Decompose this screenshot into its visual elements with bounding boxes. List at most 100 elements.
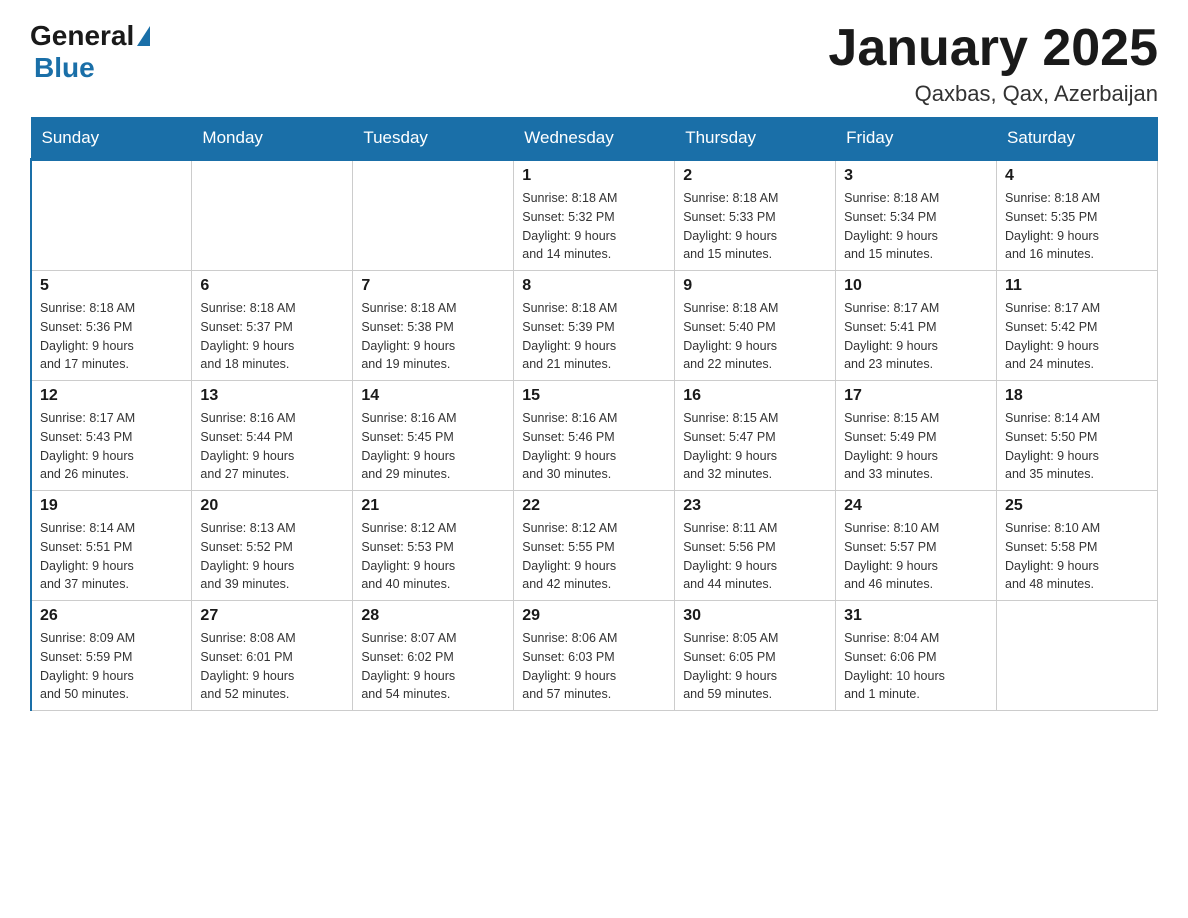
calendar-cell: 3Sunrise: 8:18 AM Sunset: 5:34 PM Daylig…	[836, 160, 997, 271]
calendar-cell: 6 Sunrise: 8:18 AM Sunset: 5:37 PM Daylig…	[192, 271, 353, 381]
calendar-cell: 19 Sunrise: 8:14 AM Sunset: 5:51 PM Dayli…	[31, 491, 192, 601]
calendar-table: SundayMondayTuesdayWednesdayThursdayFrid…	[30, 117, 1158, 711]
day-info: Sunrise: 8:12 AM Sunset: 5:55 PM Dayligh…	[522, 519, 666, 594]
day-info: Sunrise: 8:13 AM Sunset: 5:52 PM Dayligh…	[200, 519, 344, 594]
day-info: Sunrise: 8:04 AM Sunset: 6:06 PM Dayligh…	[844, 629, 988, 704]
day-number: 5	[40, 277, 183, 295]
calendar-cell: 11Sunrise: 8:17 AM Sunset: 5:42 PM Dayli…	[997, 271, 1158, 381]
calendar-cell: 4 Sunrise: 8:18 AM Sunset: 5:35 PM Daylig…	[997, 160, 1158, 271]
day-info: Sunrise: 8:06 AM Sunset: 6:03 PM Dayligh…	[522, 629, 666, 704]
day-number: 18	[1005, 387, 1149, 405]
calendar-cell: 16Sunrise: 8:15 AM Sunset: 5:47 PM Dayli…	[675, 381, 836, 491]
logo-general-text: General	[30, 20, 134, 52]
day-number: 21	[361, 497, 505, 515]
calendar-cell	[997, 601, 1158, 711]
calendar-week-row: 5 Sunrise: 8:18 AM Sunset: 5:36 PM Daylig…	[31, 271, 1158, 381]
weekday-header-sunday: Sunday	[31, 118, 192, 160]
day-number: 15	[522, 387, 666, 405]
calendar-week-row: 26 Sunrise: 8:09 AM Sunset: 5:59 PM Dayli…	[31, 601, 1158, 711]
day-info: Sunrise: 8:18 AM Sunset: 5:34 PM Dayligh…	[844, 189, 988, 264]
day-info: Sunrise: 8:09 AM Sunset: 5:59 PM Dayligh…	[40, 629, 183, 704]
day-info: Sunrise: 8:18 AM Sunset: 5:40 PM Dayligh…	[683, 299, 827, 374]
day-number: 8	[522, 277, 666, 295]
day-info: Sunrise: 8:07 AM Sunset: 6:02 PM Dayligh…	[361, 629, 505, 704]
calendar-cell: 5 Sunrise: 8:18 AM Sunset: 5:36 PM Daylig…	[31, 271, 192, 381]
day-info: Sunrise: 8:18 AM Sunset: 5:35 PM Dayligh…	[1005, 189, 1149, 264]
calendar-cell: 9 Sunrise: 8:18 AM Sunset: 5:40 PM Daylig…	[675, 271, 836, 381]
weekday-header-friday: Friday	[836, 118, 997, 160]
day-info: Sunrise: 8:18 AM Sunset: 5:36 PM Dayligh…	[40, 299, 183, 374]
logo: General Blue	[30, 20, 150, 84]
day-number: 29	[522, 607, 666, 625]
calendar-cell: 25 Sunrise: 8:10 AM Sunset: 5:58 PM Dayli…	[997, 491, 1158, 601]
day-number: 28	[361, 607, 505, 625]
day-info: Sunrise: 8:14 AM Sunset: 5:51 PM Dayligh…	[40, 519, 183, 594]
day-number: 6	[200, 277, 344, 295]
day-number: 14	[361, 387, 505, 405]
day-info: Sunrise: 8:10 AM Sunset: 5:58 PM Dayligh…	[1005, 519, 1149, 594]
calendar-subtitle: Qaxbas, Qax, Azerbaijan	[828, 81, 1158, 107]
calendar-cell: 21Sunrise: 8:12 AM Sunset: 5:53 PM Dayli…	[353, 491, 514, 601]
day-number: 23	[683, 497, 827, 515]
calendar-week-row: 1 Sunrise: 8:18 AM Sunset: 5:32 PM Daylig…	[31, 160, 1158, 271]
day-info: Sunrise: 8:18 AM Sunset: 5:37 PM Dayligh…	[200, 299, 344, 374]
day-number: 9	[683, 277, 827, 295]
day-info: Sunrise: 8:18 AM Sunset: 5:38 PM Dayligh…	[361, 299, 505, 374]
calendar-cell: 15Sunrise: 8:16 AM Sunset: 5:46 PM Dayli…	[514, 381, 675, 491]
day-number: 19	[40, 497, 183, 515]
day-info: Sunrise: 8:08 AM Sunset: 6:01 PM Dayligh…	[200, 629, 344, 704]
day-info: Sunrise: 8:14 AM Sunset: 5:50 PM Dayligh…	[1005, 409, 1149, 484]
day-info: Sunrise: 8:16 AM Sunset: 5:44 PM Dayligh…	[200, 409, 344, 484]
calendar-cell: 7 Sunrise: 8:18 AM Sunset: 5:38 PM Daylig…	[353, 271, 514, 381]
day-info: Sunrise: 8:10 AM Sunset: 5:57 PM Dayligh…	[844, 519, 988, 594]
day-info: Sunrise: 8:15 AM Sunset: 5:49 PM Dayligh…	[844, 409, 988, 484]
calendar-cell: 27 Sunrise: 8:08 AM Sunset: 6:01 PM Dayli…	[192, 601, 353, 711]
calendar-cell: 29 Sunrise: 8:06 AM Sunset: 6:03 PM Dayli…	[514, 601, 675, 711]
day-info: Sunrise: 8:11 AM Sunset: 5:56 PM Dayligh…	[683, 519, 827, 594]
weekday-header-saturday: Saturday	[997, 118, 1158, 160]
calendar-cell	[192, 160, 353, 271]
day-info: Sunrise: 8:18 AM Sunset: 5:39 PM Dayligh…	[522, 299, 666, 374]
calendar-cell: 8 Sunrise: 8:18 AM Sunset: 5:39 PM Daylig…	[514, 271, 675, 381]
day-number: 31	[844, 607, 988, 625]
day-number: 26	[40, 607, 183, 625]
calendar-cell: 17 Sunrise: 8:15 AM Sunset: 5:49 PM Dayli…	[836, 381, 997, 491]
day-number: 12	[40, 387, 183, 405]
day-info: Sunrise: 8:15 AM Sunset: 5:47 PM Dayligh…	[683, 409, 827, 484]
calendar-cell: 1 Sunrise: 8:18 AM Sunset: 5:32 PM Daylig…	[514, 160, 675, 271]
calendar-cell: 26 Sunrise: 8:09 AM Sunset: 5:59 PM Dayli…	[31, 601, 192, 711]
day-info: Sunrise: 8:17 AM Sunset: 5:41 PM Dayligh…	[844, 299, 988, 374]
calendar-cell: 14 Sunrise: 8:16 AM Sunset: 5:45 PM Dayli…	[353, 381, 514, 491]
calendar-week-row: 12Sunrise: 8:17 AM Sunset: 5:43 PM Dayli…	[31, 381, 1158, 491]
day-number: 7	[361, 277, 505, 295]
calendar-cell: 12Sunrise: 8:17 AM Sunset: 5:43 PM Dayli…	[31, 381, 192, 491]
day-number: 11	[1005, 277, 1149, 295]
day-number: 30	[683, 607, 827, 625]
weekday-header-tuesday: Tuesday	[353, 118, 514, 160]
logo-blue-text: Blue	[34, 52, 95, 83]
day-number: 27	[200, 607, 344, 625]
day-number: 20	[200, 497, 344, 515]
calendar-cell	[353, 160, 514, 271]
day-info: Sunrise: 8:18 AM Sunset: 5:32 PM Dayligh…	[522, 189, 666, 264]
day-info: Sunrise: 8:05 AM Sunset: 6:05 PM Dayligh…	[683, 629, 827, 704]
page-header: General Blue January 2025 Qaxbas, Qax, A…	[30, 20, 1158, 107]
day-number: 1	[522, 167, 666, 185]
calendar-title: January 2025	[828, 20, 1158, 77]
day-number: 25	[1005, 497, 1149, 515]
weekday-header-thursday: Thursday	[675, 118, 836, 160]
day-number: 17	[844, 387, 988, 405]
day-info: Sunrise: 8:16 AM Sunset: 5:45 PM Dayligh…	[361, 409, 505, 484]
day-number: 2	[683, 167, 827, 185]
day-number: 22	[522, 497, 666, 515]
calendar-cell: 2 Sunrise: 8:18 AM Sunset: 5:33 PM Daylig…	[675, 160, 836, 271]
calendar-cell: 24Sunrise: 8:10 AM Sunset: 5:57 PM Dayli…	[836, 491, 997, 601]
calendar-cell: 20 Sunrise: 8:13 AM Sunset: 5:52 PM Dayli…	[192, 491, 353, 601]
calendar-cell: 10Sunrise: 8:17 AM Sunset: 5:41 PM Dayli…	[836, 271, 997, 381]
calendar-header-row: SundayMondayTuesdayWednesdayThursdayFrid…	[31, 118, 1158, 160]
weekday-header-wednesday: Wednesday	[514, 118, 675, 160]
calendar-cell: 30 Sunrise: 8:05 AM Sunset: 6:05 PM Dayli…	[675, 601, 836, 711]
day-info: Sunrise: 8:18 AM Sunset: 5:33 PM Dayligh…	[683, 189, 827, 264]
day-number: 4	[1005, 167, 1149, 185]
logo-triangle-icon	[137, 26, 150, 46]
